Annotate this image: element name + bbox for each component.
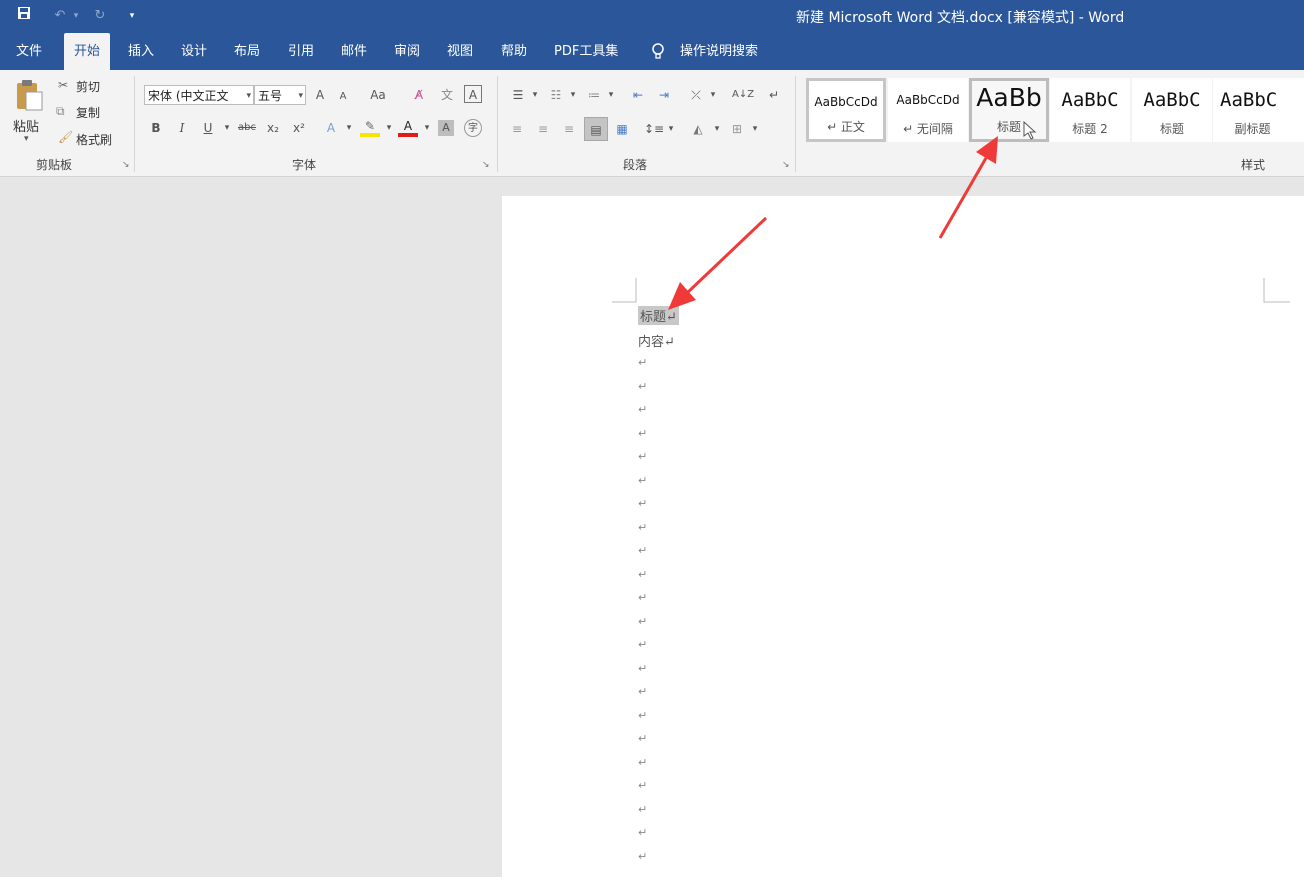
arrow-to-heading — [684, 216, 768, 296]
annotation-arrows — [668, 120, 1037, 310]
mouse-cursor-icon — [1023, 120, 1037, 140]
arrowhead-icon — [668, 282, 696, 310]
arrowhead-icon — [976, 136, 998, 164]
arrow-to-style — [938, 157, 988, 239]
